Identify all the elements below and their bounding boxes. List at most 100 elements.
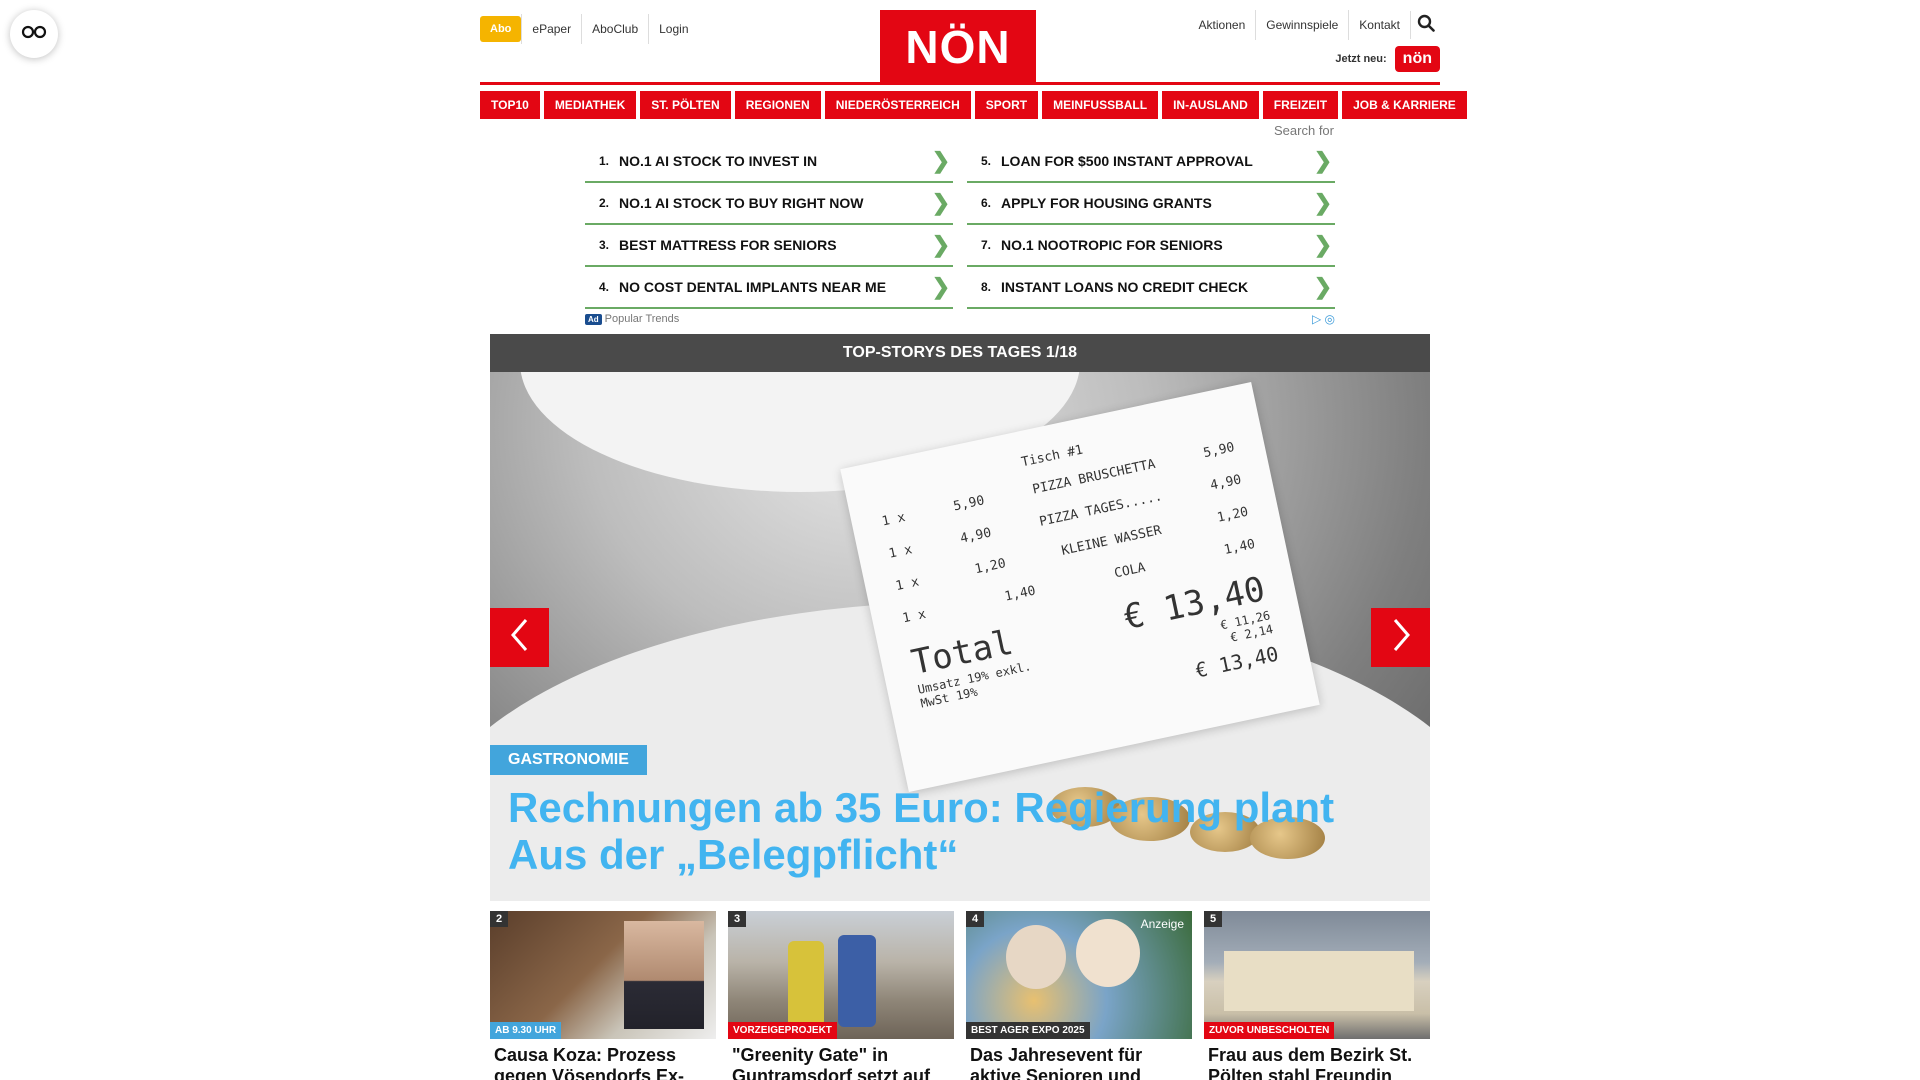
abo-button[interactable]: Abo: [480, 16, 522, 42]
reader-mode-button[interactable]: [10, 10, 58, 58]
receipt-price: 1,20: [973, 556, 1008, 578]
ad-text: NO.1 AI STOCK TO BUY RIGHT NOW: [619, 195, 864, 211]
nav-item-sport[interactable]: SPORT: [974, 91, 1039, 119]
chevron-right-icon: [1389, 617, 1413, 658]
hero-slide[interactable]: Tisch #1 1 x 5,90 PIZZA BRUSCHETTA 5,90 …: [490, 372, 1430, 901]
ad-link-4[interactable]: 4. NO COST DENTAL IMPLANTS NEAR ME ❯: [585, 267, 953, 309]
ad-number: 1.: [598, 154, 609, 168]
ad-link-3[interactable]: 3. BEST MATTRESS FOR SENIORS ❯: [585, 225, 953, 267]
adchoices-icon[interactable]: ▷ ◎: [1312, 312, 1335, 326]
portrait-image: [624, 921, 704, 1029]
gewinnspiele-link[interactable]: Gewinnspiele: [1255, 10, 1348, 40]
story-cards: 2 AB 9.30 UHR Causa Koza: Prozess gegen …: [490, 911, 1430, 1080]
card-tag: VORZEIGEPROJEKT: [728, 1022, 837, 1039]
nav-item-job-karriere[interactable]: JOB & KARRIERE: [1342, 91, 1467, 119]
chevron-left-icon: [508, 617, 532, 658]
receipt-qty: 1 x: [887, 542, 914, 562]
search-icon: [1417, 14, 1435, 37]
receipt-sum: 1,40: [1222, 536, 1257, 559]
search-for-label: Search for: [1274, 123, 1334, 138]
card-rank: 3: [728, 911, 747, 927]
nav-item-mediathek[interactable]: MEDIATHEK: [543, 91, 637, 119]
receipt-item: PIZZA TAGES.....: [1038, 489, 1164, 530]
receipt-sum: 4,90: [1208, 472, 1243, 494]
ad-text: NO COST DENTAL IMPLANTS NEAR ME: [619, 279, 887, 295]
card-image: 2 AB 9.30 UHR: [490, 911, 716, 1039]
top-stories-title: TOP-STORYS DES TAGES 1/18: [490, 334, 1430, 372]
receipt-qty: 1 x: [880, 509, 907, 530]
card-headline: "Greenity Gate" in Guntramsdorf setzt au…: [732, 1045, 931, 1080]
hero-category-tag[interactable]: GASTRONOMIE: [490, 745, 647, 775]
nav-item-freizeit[interactable]: FREIZEIT: [1262, 91, 1339, 119]
ad-link-6[interactable]: 6. APPLY FOR HOUSING GRANTS ❯: [967, 183, 1335, 225]
receipt-item: COLA: [1113, 560, 1147, 582]
story-card[interactable]: 4 Anzeige BEST AGER EXPO 2025 Das Jahres…: [966, 911, 1192, 1080]
chevron-right-icon: ❯: [1313, 274, 1333, 299]
story-card[interactable]: 5 ZUVOR UNBESCHOLTEN Frau aus dem Bezirk…: [1204, 911, 1430, 1080]
top-left-links: Abo ePaper AboClub Login: [480, 14, 699, 44]
receipt-price: 1,40: [1003, 583, 1038, 605]
site-header: Abo ePaper AboClub Login NÖN Aktionen Ge…: [480, 0, 1440, 85]
ad-number: 8.: [980, 280, 991, 294]
site-logo[interactable]: NÖN: [880, 10, 1036, 84]
card-image: 3 VORZEIGEPROJEKT: [728, 911, 954, 1039]
building-image: [1224, 951, 1414, 1011]
workers-image: [838, 935, 876, 1027]
search-button[interactable]: [1410, 11, 1440, 39]
ad-text: APPLY FOR HOUSING GRANTS: [1001, 195, 1212, 211]
epaper-link[interactable]: ePaper: [521, 14, 581, 44]
card-rank: 2: [490, 911, 509, 927]
nav-item-top10[interactable]: TOP10: [480, 91, 540, 119]
kontakt-link[interactable]: Kontakt: [1348, 10, 1410, 40]
card-tag: AB 9.30 UHR: [490, 1022, 562, 1039]
nav-item-regionen[interactable]: REGIONEN: [734, 91, 821, 119]
nav-item-meinfussball[interactable]: MEINFUSSBALL: [1042, 91, 1159, 119]
ad-number: 4.: [598, 280, 609, 294]
top-stories-section: TOP-STORYS DES TAGES 1/18 Tisch #1 1 x 5…: [490, 334, 1430, 901]
page-container: Abo ePaper AboClub Login NÖN Aktionen Ge…: [480, 0, 1467, 1080]
ad-text: BEST MATTRESS FOR SENIORS: [619, 237, 837, 253]
carousel-prev-button[interactable]: [490, 608, 549, 667]
ad-text: NO.1 NOOTROPIC FOR SENIORS: [1001, 237, 1223, 253]
ad-number: 7.: [980, 238, 991, 252]
nav-item-st-poelten[interactable]: ST. PÖLTEN: [640, 91, 731, 119]
nav-item-in-ausland[interactable]: IN-AUSLAND: [1162, 91, 1259, 119]
seniors-image: [1076, 919, 1140, 987]
story-card[interactable]: 2 AB 9.30 UHR Causa Koza: Prozess gegen …: [490, 911, 716, 1080]
card-tag: ZUVOR UNBESCHOLTEN: [1204, 1022, 1335, 1039]
ad-link-2[interactable]: 2. NO.1 AI STOCK TO BUY RIGHT NOW ❯: [585, 183, 953, 225]
workers-image: [788, 941, 824, 1027]
story-card[interactable]: 3 VORZEIGEPROJEKT "Greenity Gate" in Gun…: [728, 911, 954, 1080]
ad-badge: Ad: [585, 313, 602, 325]
card-headline: Frau aus dem Bezirk St. Pölten stahl Fre…: [1208, 1045, 1413, 1080]
carousel-next-button[interactable]: [1371, 608, 1430, 667]
glasses-icon: [21, 25, 47, 44]
receipt-item: KLEINE WASSER: [1060, 523, 1163, 559]
receipt-sum: 1,20: [1215, 504, 1250, 526]
seniors-image: [1006, 925, 1066, 989]
chevron-right-icon: ❯: [931, 274, 951, 299]
ad-number: 6.: [980, 196, 991, 210]
ad-text: INSTANT LOANS NO CREDIT CHECK: [1001, 279, 1249, 295]
nav-item-niederoesterreich[interactable]: NIEDERÖSTERREICH: [824, 91, 971, 119]
login-link[interactable]: Login: [648, 14, 698, 44]
card-tag: BEST AGER EXPO 2025: [966, 1022, 1090, 1039]
aktionen-link[interactable]: Aktionen: [1189, 10, 1256, 40]
aboclub-link[interactable]: AboClub: [581, 14, 648, 44]
ad-link-5[interactable]: 5. LOAN FOR $500 INSTANT APPROVAL ❯: [967, 141, 1335, 183]
chevron-right-icon: ❯: [1313, 232, 1333, 257]
receipt-price: 4,90: [958, 525, 993, 547]
chevron-right-icon: ❯: [1313, 190, 1333, 215]
card-ad-label: Anzeige: [1140, 917, 1184, 931]
jetzt-neu-promo[interactable]: Jetzt neu: nön: [1335, 46, 1440, 72]
ad-link-7[interactable]: 7. NO.1 NOOTROPIC FOR SENIORS ❯: [967, 225, 1335, 267]
ad-link-1[interactable]: 1. NO.1 AI STOCK TO INVEST IN ❯: [585, 141, 953, 183]
chevron-right-icon: ❯: [931, 232, 951, 257]
ad-link-8[interactable]: 8. INSTANT LOANS NO CREDIT CHECK ❯: [967, 267, 1335, 309]
ad-number: 2.: [598, 196, 609, 210]
chevron-right-icon: ❯: [1313, 148, 1333, 173]
hero-headline[interactable]: Rechnungen ab 35 Euro: Regierung plant A…: [508, 784, 1408, 878]
header-divider: [480, 82, 1440, 85]
chevron-right-icon: ❯: [931, 148, 951, 173]
card-image: 5 ZUVOR UNBESCHOLTEN: [1204, 911, 1430, 1039]
